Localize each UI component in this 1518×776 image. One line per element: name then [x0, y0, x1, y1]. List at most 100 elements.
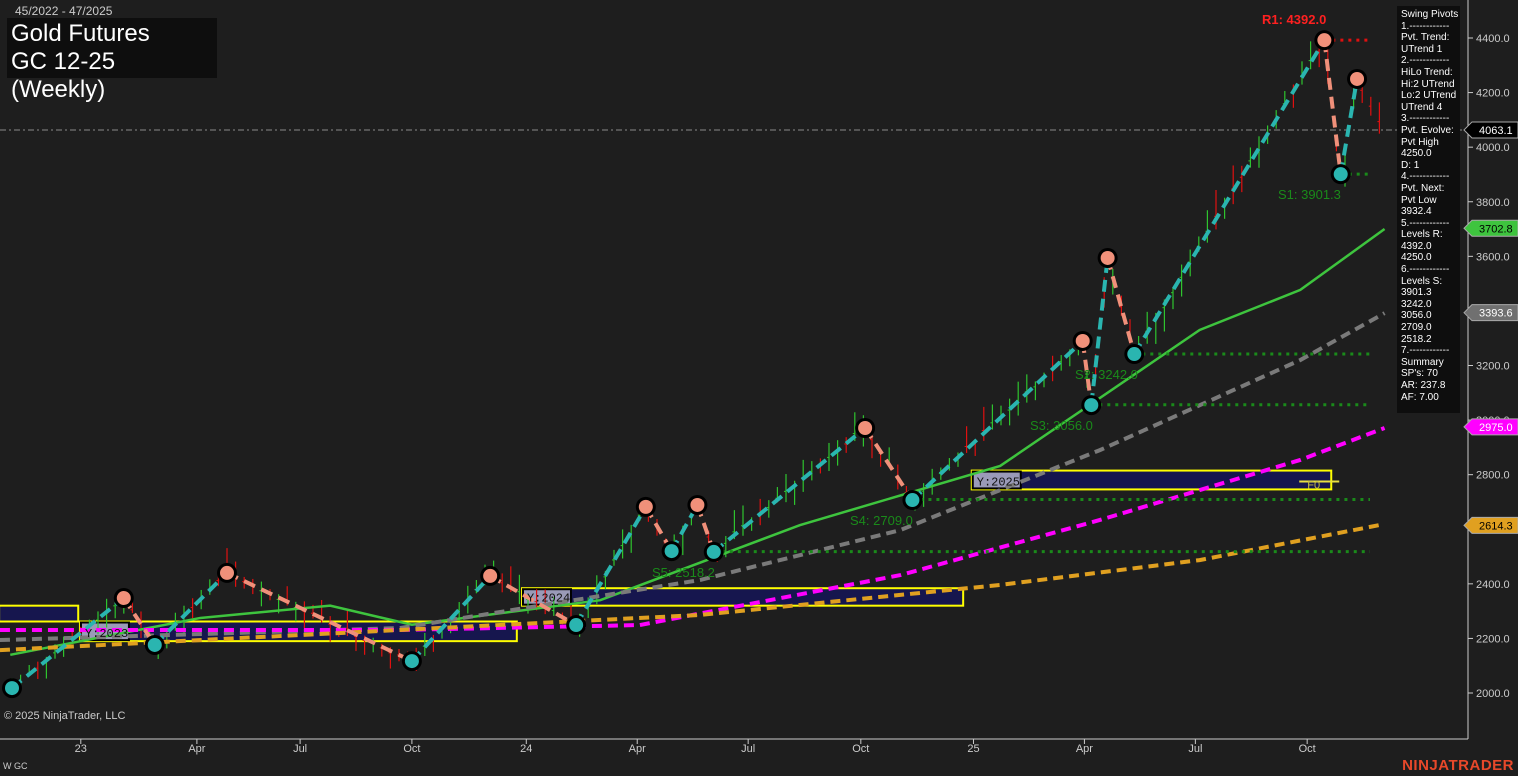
- panel-line: Pvt. Next:: [1401, 182, 1445, 194]
- panel-line: 2.------------: [1401, 55, 1450, 67]
- year-label: Y:2025: [977, 475, 1020, 489]
- level-label: R1: 4392.0: [1262, 12, 1326, 27]
- panel-line: 3.------------: [1401, 113, 1450, 125]
- time-tick-label: Apr: [188, 743, 205, 755]
- price-tick-label: 2800.0: [1476, 470, 1510, 482]
- year-range-box: [0, 604, 80, 623]
- pivot-high-icon: [1100, 250, 1115, 265]
- panel-line: Lo:2 UTrend: [1401, 90, 1457, 102]
- pivot-low-icon: [706, 544, 721, 559]
- level-label: S1: 3901.3: [1278, 187, 1341, 202]
- pivot-low-icon: [569, 618, 584, 633]
- time-tick-label: 25: [967, 743, 979, 755]
- copyright: © 2025 NinjaTrader, LLC: [4, 710, 126, 722]
- swing-leg: [1338, 78, 1360, 175]
- level-label: S2: 3242.0: [1075, 367, 1138, 382]
- pivot-low-icon: [1084, 398, 1099, 413]
- panel-line: 4.------------: [1401, 171, 1450, 183]
- panel-line: 3932.4: [1401, 206, 1432, 218]
- instrument-name: Gold Futures: [11, 20, 150, 47]
- panel-line: Pvt. Evolve:: [1401, 124, 1454, 136]
- price-chart[interactable]: Y:2023 Y:2024 Y:2025 F0 R1: 4392.0 S1: 3901.3…: [0, 0, 1518, 776]
- time-tick-label: 24: [520, 743, 532, 755]
- level-label: S4: 2709.0: [850, 513, 913, 528]
- pivot-low-icon: [404, 654, 419, 669]
- panel-line: UTrend 1: [1401, 43, 1443, 55]
- panel-line: 4250.0: [1401, 148, 1432, 160]
- panel-line: Levels S:: [1401, 275, 1443, 287]
- panel-line: AF: 7.00: [1401, 391, 1439, 403]
- swing-leg: [1089, 257, 1110, 406]
- panel-line: 2518.2: [1401, 333, 1432, 345]
- swing-leg: [1105, 257, 1137, 355]
- price-tick-label: 2400.0: [1476, 579, 1510, 591]
- pivot-high-icon: [858, 421, 873, 436]
- symbol-label: W GC: [3, 761, 28, 771]
- price-tick-label: 4400.0: [1476, 33, 1510, 45]
- price-tick-label: 3200.0: [1476, 361, 1510, 373]
- pivot-high-icon: [690, 497, 705, 512]
- time-tick-label: Oct: [403, 743, 420, 755]
- level-label: S3: 3056.0: [1030, 418, 1093, 433]
- price-tag-label: 2614.3: [1479, 520, 1513, 532]
- ninjatrader-logo: NINJATRADER: [1402, 757, 1514, 774]
- time-tick-label: Apr: [629, 743, 646, 755]
- f0-label: F0: [1307, 479, 1320, 491]
- pivot-high-icon: [1350, 71, 1365, 86]
- panel-line: Summary: [1401, 356, 1444, 368]
- panel-line: Hi:2 UTrend: [1401, 78, 1455, 90]
- price-tag-label: 4063.1: [1479, 125, 1513, 137]
- chart-title: Gold Futures GC 12-25 (Weekly): [7, 18, 217, 103]
- pivot-high-icon: [638, 499, 653, 514]
- time-tick-label: Oct: [852, 743, 869, 755]
- price-tag-label: 3702.8: [1479, 223, 1513, 235]
- pivot-high-icon: [483, 568, 498, 583]
- swing-leg: [226, 571, 413, 663]
- pivot-low-icon: [1333, 167, 1348, 182]
- price-tag-label: 2975.0: [1479, 422, 1513, 434]
- panel-line: 2709.0: [1401, 322, 1432, 334]
- pivot-high-icon: [116, 591, 131, 606]
- price-tick-label: 3800.0: [1476, 197, 1510, 209]
- time-tick-label: Jul: [1188, 743, 1202, 755]
- pivot-low-icon: [905, 493, 920, 508]
- price-tick-label: 4000.0: [1476, 142, 1510, 154]
- pivot-low-icon: [5, 681, 19, 696]
- pivot-high-icon: [1075, 333, 1090, 348]
- panel-line: Pvt High: [1401, 136, 1439, 148]
- level-label: S5: 2518.2: [652, 565, 715, 580]
- time-tick-label: 23: [75, 743, 87, 755]
- pivot-low-icon: [664, 544, 679, 559]
- contract-period: GC 12-25 (Weekly): [11, 48, 116, 103]
- year-label: Y:2023: [85, 627, 128, 641]
- time-tick-label: Oct: [1299, 743, 1316, 755]
- panel-line: Pvt Low: [1401, 194, 1437, 206]
- price-tick-label: 2200.0: [1476, 633, 1510, 645]
- panel-line: 3056.0: [1401, 310, 1432, 322]
- panel-line: SP's: 70: [1401, 368, 1438, 380]
- year-label: Y:2024: [527, 592, 570, 606]
- panel-line: 7.------------: [1401, 345, 1450, 357]
- panel-line: Levels R:: [1401, 229, 1443, 241]
- panel-line: Swing Pivots: [1401, 9, 1459, 20]
- swing-leg: [574, 505, 648, 627]
- plot-area: [0, 30, 1468, 699]
- price-tick-label: 4200.0: [1476, 88, 1510, 100]
- date-range: 45/2022 - 47/2025: [15, 4, 113, 18]
- swing-leg: [712, 426, 867, 554]
- panel-line: 5.------------: [1401, 217, 1450, 229]
- panel-line: UTrend 4: [1401, 101, 1443, 113]
- swing-leg: [410, 574, 492, 663]
- panel-line: Pvt. Trend:: [1401, 32, 1450, 44]
- time-tick-label: Jul: [741, 743, 755, 755]
- pivot-high-icon: [1317, 33, 1332, 48]
- panel-line: D: 1: [1401, 159, 1420, 171]
- panel-line: 3901.3: [1401, 287, 1432, 299]
- panel-line: 4392.0: [1401, 240, 1432, 252]
- panel-line: 1.------------: [1401, 20, 1450, 32]
- price-tick-label: 2000.0: [1476, 688, 1510, 700]
- pivot-low-icon: [147, 637, 162, 652]
- time-tick-label: Jul: [293, 743, 307, 755]
- pivot-high-icon: [220, 565, 234, 580]
- panel-line: HiLo Trend:: [1401, 66, 1453, 78]
